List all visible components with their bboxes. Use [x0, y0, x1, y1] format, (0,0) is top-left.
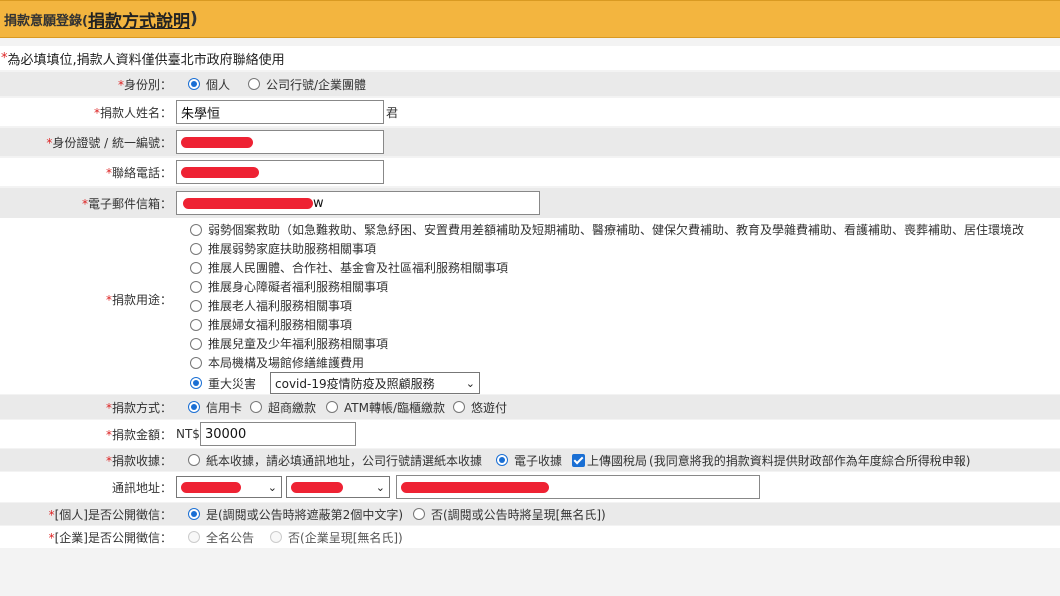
company-public-row: *[企業]是否公開徵信： 全名公告 否(企業呈現[無名氏]) — [0, 526, 1060, 548]
personal-public-no-radio[interactable] — [413, 508, 425, 520]
company-public-fullname-radio[interactable] — [188, 531, 200, 543]
receipt-electronic-radio[interactable] — [496, 454, 509, 466]
redaction-mark — [291, 482, 343, 493]
purpose-option[interactable]: 推展身心障礙者福利服務相關事項 — [190, 277, 1030, 296]
phone-input[interactable] — [176, 160, 384, 184]
purpose-option[interactable]: 本局機構及場館修繕維護費用 — [190, 353, 1030, 372]
chevron-down-icon: ⌄ — [465, 377, 476, 390]
identity-individual-radio[interactable] — [188, 78, 200, 90]
purpose-radio[interactable] — [190, 280, 202, 293]
purpose-option[interactable]: 推展弱勢家庭扶助服務相關事項 — [190, 239, 1030, 258]
purpose-radio[interactable] — [190, 356, 202, 369]
donation-method-link[interactable]: 捐款方式說明 — [88, 7, 190, 32]
name-input[interactable]: 朱學恒 — [176, 100, 384, 124]
redaction-mark — [181, 167, 259, 178]
purpose-option-disaster[interactable]: 重大災害 covid-19疫情防疫及照顧服務 ⌄ — [190, 372, 1030, 394]
id-number-input[interactable] — [176, 130, 384, 154]
method-convenience-store-radio[interactable] — [250, 401, 263, 413]
redaction-mark — [183, 198, 313, 209]
purpose-options: 弱勢個案救助（如急難救助、緊急紓困、安置費用差額補助及短期補助、醫療補助、健保欠… — [190, 220, 1030, 394]
purpose-radio[interactable] — [190, 299, 202, 312]
method-easywallet-radio[interactable] — [453, 401, 466, 413]
purpose-radio[interactable] — [190, 223, 202, 236]
identity-individual-label: 個人 — [206, 77, 231, 92]
receipt-row: *捐款收據： 紙本收據，請必填通訊地址，公司行號請選紙本收據 電子收據 上傳國稅… — [0, 449, 1060, 471]
amount-prefix: NT$ — [176, 427, 200, 441]
purpose-radio[interactable] — [190, 337, 202, 350]
purpose-radio[interactable] — [190, 242, 202, 255]
header-title: 捐款意願登錄( — [4, 13, 88, 29]
required-note-text: 為必填填位,捐款人資料僅供臺北市政府聯絡使用 — [7, 52, 285, 68]
city-select[interactable]: ⌄ — [176, 476, 282, 498]
email-input[interactable]: w — [176, 191, 540, 215]
redaction-mark — [181, 137, 253, 148]
amount-label: *捐款金額： — [105, 427, 172, 442]
amount-input[interactable]: 30000 — [199, 422, 356, 446]
chevron-down-icon: ⌄ — [375, 481, 385, 494]
personal-public-label: *[個人]是否公開徵信： — [48, 507, 172, 522]
purpose-option[interactable]: 推展兒童及少年福利服務相關事項 — [190, 334, 1030, 353]
method-row: *捐款方式： 信用卡 超商繳款 ATM轉帳/臨櫃繳款 悠遊付 — [0, 395, 1060, 419]
email-visible-tail: w — [313, 196, 324, 211]
address-row: 通訊地址： ⌄ ⌄ — [0, 472, 1060, 502]
required-note: * 為必填填位,捐款人資料僅供臺北市政府聯絡使用 — [0, 46, 1060, 70]
method-atm-radio[interactable] — [326, 401, 339, 413]
amount-row: *捐款金額： NT$ 30000 — [0, 420, 1060, 448]
address-label: 通訊地址： — [111, 480, 172, 495]
header-suffix: ) — [189, 9, 198, 29]
identity-label: *身份別： — [117, 77, 172, 92]
redaction-mark — [401, 482, 549, 493]
form-header: 捐款意願登錄( 捐款方式說明 ) — [0, 0, 1060, 38]
name-row: *捐款人姓名： 朱學恒 君 — [0, 98, 1060, 126]
receipt-paper-radio[interactable] — [188, 454, 200, 466]
disaster-select[interactable]: covid-19疫情防疫及照顧服務 ⌄ — [270, 372, 481, 394]
district-select[interactable]: ⌄ — [286, 476, 390, 498]
receipt-label: *捐款收據： — [105, 453, 172, 468]
company-public-no-radio[interactable] — [270, 531, 283, 543]
identity-row: *身份別： 個人 公司行號/企業團體 — [0, 72, 1060, 96]
identity-company-radio[interactable] — [248, 78, 261, 90]
purpose-disaster-radio[interactable] — [190, 377, 202, 389]
email-label: *電子郵件信箱： — [81, 196, 172, 211]
email-row: *電子郵件信箱： w — [0, 188, 1060, 218]
method-label: *捐款方式： — [105, 400, 172, 415]
id-number-row: *身份證號 / 統一編號： — [0, 128, 1060, 156]
phone-label: *聯絡電話： — [105, 165, 172, 180]
purpose-label: *捐款用途： — [105, 292, 172, 307]
purpose-radio[interactable] — [190, 261, 202, 274]
personal-public-row: *[個人]是否公開徵信： 是(調閱或公告時將遮蔽第2個中文字) 否(調閱或公告時… — [0, 503, 1060, 525]
purpose-radio[interactable] — [190, 318, 202, 331]
name-suffix: 君 — [386, 105, 399, 120]
identity-company-label: 公司行號/企業團體 — [266, 77, 367, 92]
company-public-label: *[企業]是否公開徵信： — [48, 530, 172, 545]
personal-public-yes-radio[interactable] — [188, 508, 200, 520]
purpose-option[interactable]: 推展婦女福利服務相關事項 — [190, 315, 1030, 334]
method-credit-card-radio[interactable] — [188, 401, 200, 413]
id-number-label: *身份證號 / 統一編號： — [46, 135, 172, 150]
phone-row: *聯絡電話： — [0, 158, 1060, 186]
purpose-option[interactable]: 推展人民團體、合作社、基金會及社區福利服務相關事項 — [190, 258, 1030, 277]
purpose-option[interactable]: 推展老人福利服務相關事項 — [190, 296, 1030, 315]
name-label: *捐款人姓名： — [93, 105, 172, 120]
upload-tax-checkbox[interactable] — [572, 453, 586, 467]
purpose-option[interactable]: 弱勢個案救助（如急難救助、緊急紓困、安置費用差額補助及短期補助、醫療補助、健保欠… — [190, 220, 1030, 239]
address-input[interactable] — [396, 475, 760, 499]
redaction-mark — [181, 482, 241, 493]
chevron-down-icon: ⌄ — [267, 481, 277, 494]
